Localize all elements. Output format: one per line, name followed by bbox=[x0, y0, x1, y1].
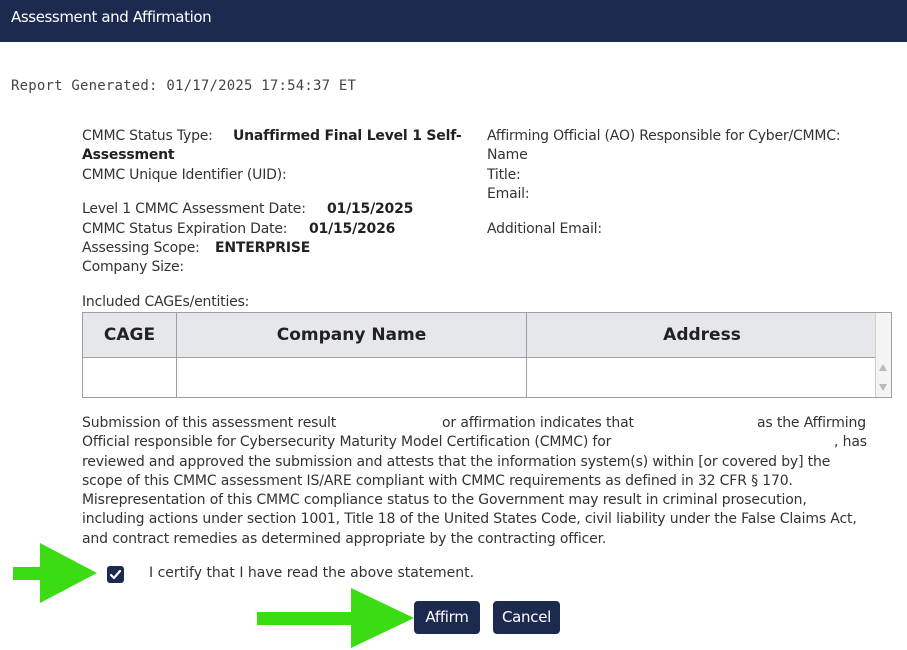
column-header-cage[interactable]: CAGE bbox=[83, 313, 177, 357]
affirm-button[interactable]: Affirm bbox=[414, 601, 480, 634]
affirming-official-heading: Affirming Official (AO) Responsible for … bbox=[487, 128, 841, 144]
statement-text: Official responsible for Cybersecurity M… bbox=[82, 434, 612, 451]
right-arrow-icon bbox=[257, 588, 414, 648]
certify-label[interactable]: I certify that I have read the above sta… bbox=[149, 565, 474, 581]
right-arrow-icon bbox=[13, 543, 97, 603]
statement-line: and contract remedies as determined appr… bbox=[82, 530, 607, 547]
assessment-date-value: 01/15/2025 bbox=[327, 201, 414, 217]
certify-checkbox[interactable] bbox=[107, 566, 124, 583]
table-header: CAGE Company Name Address bbox=[83, 313, 877, 358]
statement-text: or affirmation indicates that bbox=[442, 415, 634, 431]
column-header-address[interactable]: Address bbox=[527, 313, 877, 357]
title-bar: Assessment and Affirmation bbox=[0, 0, 907, 42]
cages-caption: Included CAGEs/entities: bbox=[82, 294, 250, 310]
official-name-label: Name bbox=[487, 147, 528, 163]
statement-line: reviewed and approved the submission and… bbox=[82, 453, 831, 470]
statement-line: Official responsible for Cybersecurity M… bbox=[82, 433, 882, 452]
expiration-date-label: CMMC Status Expiration Date: bbox=[82, 221, 288, 237]
status-type-label: CMMC Status Type: bbox=[82, 128, 213, 144]
company-size-label: Company Size: bbox=[82, 259, 184, 275]
statement-line: scope of this CMMC assessment IS/ARE com… bbox=[82, 472, 793, 489]
cancel-button[interactable]: Cancel bbox=[493, 601, 560, 634]
uid-label: CMMC Unique Identifier (UID): bbox=[82, 167, 287, 183]
assessing-scope-label: Assessing Scope: bbox=[82, 240, 200, 256]
table-row bbox=[83, 358, 877, 397]
official-title-label: Title: bbox=[487, 167, 521, 183]
report-generated-timestamp: Report Generated: 01/17/2025 17:54:37 ET bbox=[11, 78, 357, 94]
scroll-down-arrow-icon[interactable] bbox=[879, 384, 887, 391]
assessment-dialog: Assessment and Affirmation Report Genera… bbox=[0, 0, 907, 650]
table-scrollbar[interactable] bbox=[875, 313, 891, 397]
assessing-scope-value: ENTERPRISE bbox=[215, 240, 311, 256]
scroll-up-arrow-icon[interactable] bbox=[879, 364, 887, 371]
official-email-label: Email: bbox=[487, 186, 530, 202]
statement-line: including actions under section 1001, Ti… bbox=[82, 511, 857, 528]
statement-text: Submission of this assessment result bbox=[82, 415, 337, 431]
statement-line: Submission of this assessment result or … bbox=[82, 414, 882, 433]
status-type-value: Unaffirmed Final Level 1 Self- bbox=[233, 128, 462, 144]
status-type-value-cont: Assessment bbox=[82, 147, 175, 163]
assessment-date-label: Level 1 CMMC Assessment Date: bbox=[82, 201, 306, 217]
additional-email-label: Additional Email: bbox=[487, 221, 602, 237]
statement-line: Misrepresentation of this CMMC complianc… bbox=[82, 492, 807, 509]
cages-table: CAGE Company Name Address bbox=[82, 312, 892, 398]
statement-text: as the Affirming bbox=[757, 415, 866, 431]
cell-cage bbox=[83, 358, 177, 397]
cell-company-name bbox=[177, 358, 527, 397]
column-header-company-name[interactable]: Company Name bbox=[177, 313, 527, 357]
cell-address bbox=[527, 358, 877, 397]
expiration-date-value: 01/15/2026 bbox=[309, 221, 396, 237]
dialog-title: Assessment and Affirmation bbox=[11, 8, 212, 26]
statement-text: , has bbox=[834, 434, 867, 451]
checkmark-icon bbox=[109, 569, 122, 580]
affirmation-statement: Submission of this assessment result or … bbox=[82, 414, 882, 549]
